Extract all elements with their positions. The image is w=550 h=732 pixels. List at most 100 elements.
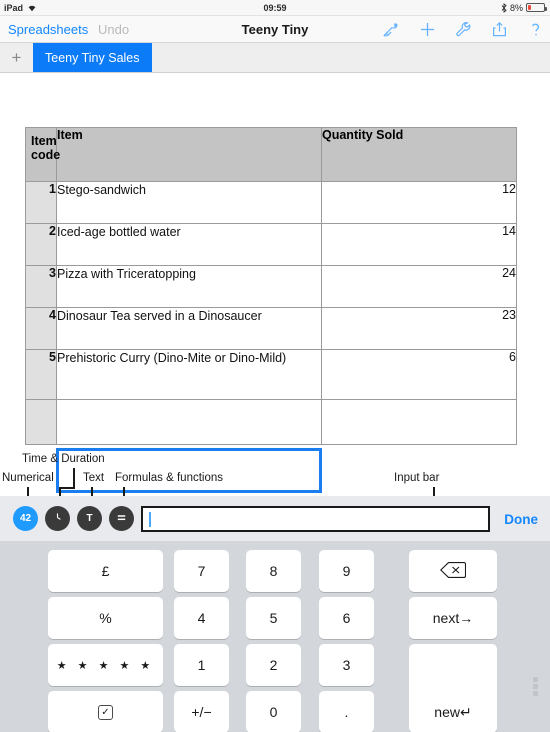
cell-item[interactable]: Iced-age bottled water	[56, 223, 322, 266]
key-percent[interactable]: %	[48, 597, 163, 639]
key-3-label: 3	[342, 657, 351, 673]
cell-item-selected[interactable]	[56, 399, 322, 445]
key-8[interactable]: 8	[246, 550, 301, 592]
cell-item-code[interactable]: 3	[25, 265, 57, 308]
sheet-canvas[interactable]: Item code Item Quantity Sold 1 Stego-san…	[0, 74, 550, 493]
annotation-time-duration-label: Time & Duration	[22, 453, 105, 465]
cell-quantity[interactable]: 6	[321, 349, 517, 400]
clock-icon	[50, 510, 65, 528]
table-row[interactable]: 5 Prehistoric Curry (Dino-Mite or Dino-M…	[25, 349, 517, 400]
table-row[interactable]: 2 Iced-age bottled water 14	[25, 223, 517, 266]
key-9[interactable]: 9	[319, 550, 374, 592]
table-header-row: Item code Item Quantity Sold	[25, 127, 517, 182]
plus-icon[interactable]	[419, 21, 436, 38]
formula-input-field[interactable]	[141, 506, 490, 532]
spreadsheet-table: Item code Item Quantity Sold 1 Stego-san…	[25, 127, 517, 445]
cell-item-code[interactable]: 5	[25, 349, 57, 400]
cell-item-code[interactable]: 4	[25, 307, 57, 350]
backspace-icon	[440, 561, 467, 582]
text-caret	[149, 511, 151, 527]
spreadsheet-table-wrapper: Item code Item Quantity Sold 1 Stego-san…	[25, 127, 517, 493]
annotation-text-label: Text	[83, 472, 105, 484]
cell-item-code-empty[interactable]	[25, 399, 57, 445]
annotation-time-duration-leader-h	[59, 487, 75, 489]
key-decimal-label: .	[344, 704, 349, 720]
text-type-label: T	[86, 513, 93, 524]
key-4-label: 4	[197, 610, 206, 626]
cell-item[interactable]: Prehistoric Curry (Dino-Mite or Dino-Mil…	[56, 349, 322, 400]
key-percent-label: %	[99, 610, 112, 626]
key-backspace[interactable]	[409, 550, 497, 592]
numeric-keyboard: £ 7 8 9 % 4 5 6 next→ ★ ★ ★ ★ ★ 1 2 3 ne…	[0, 541, 550, 732]
cell-quantity[interactable]: 14	[321, 223, 517, 266]
key-1[interactable]: 1	[174, 644, 229, 686]
key-new-label: new↵	[434, 704, 472, 720]
key-plusminus[interactable]: +/−	[174, 691, 229, 732]
sheet-tab-teeny-tiny-sales[interactable]: Teeny Tiny Sales	[33, 43, 152, 72]
key-0[interactable]: 0	[246, 691, 301, 732]
table-row[interactable]: 4 Dinosaur Tea served in a Dinosaucer 23	[25, 307, 517, 350]
numerical-type-label: 42	[19, 513, 32, 524]
numerical-type-button[interactable]: 42	[13, 506, 38, 531]
table-row-empty[interactable]	[25, 399, 517, 445]
annotation-formulas-label: Formulas & functions	[115, 472, 224, 484]
key-next[interactable]: next→	[409, 597, 497, 639]
key-5-label: 5	[269, 610, 278, 626]
key-new[interactable]: new↵	[409, 644, 497, 732]
key-rating[interactable]: ★ ★ ★ ★ ★	[48, 644, 163, 686]
key-2-label: 2	[269, 657, 278, 673]
key-7[interactable]: 7	[174, 550, 229, 592]
key-rating-label: ★ ★ ★ ★ ★	[56, 659, 155, 672]
table-row[interactable]: 3 Pizza with Triceratopping 24	[25, 265, 517, 308]
checkmark-glyph: ✓	[101, 706, 110, 718]
help-icon[interactable]	[527, 21, 544, 38]
key-7-label: 7	[197, 563, 206, 579]
cell-quantity[interactable]: 23	[321, 307, 517, 350]
formula-type-button[interactable]	[109, 506, 134, 531]
keyboard-resize-grip[interactable]	[533, 677, 538, 696]
key-pound[interactable]: £	[48, 550, 163, 592]
time-duration-type-button[interactable]	[45, 506, 70, 531]
header-item[interactable]: Item	[56, 127, 322, 182]
navigation-bar: Spreadsheets Undo Teeny Tiny	[0, 16, 550, 43]
done-button[interactable]: Done	[504, 512, 538, 527]
header-quantity-sold[interactable]: Quantity Sold	[321, 127, 517, 182]
key-4[interactable]: 4	[174, 597, 229, 639]
cell-quantity[interactable]: 24	[321, 265, 517, 308]
key-3[interactable]: 3	[319, 644, 374, 686]
key-9-label: 9	[342, 563, 351, 579]
header-item-code-line2: code	[31, 148, 61, 163]
key-decimal[interactable]: .	[319, 691, 374, 732]
annotation-input-bar-label: Input bar	[394, 472, 440, 484]
cell-item-code[interactable]: 1	[25, 181, 57, 224]
cell-quantity[interactable]: 12	[321, 181, 517, 224]
text-type-button[interactable]: T	[77, 506, 102, 531]
battery-percent-label: 8%	[509, 2, 523, 13]
key-pound-label: £	[101, 563, 110, 579]
wrench-icon[interactable]	[455, 21, 472, 38]
status-bar-right: 8%	[501, 2, 547, 13]
share-icon[interactable]	[491, 21, 508, 38]
key-6-label: 6	[342, 610, 351, 626]
key-plusminus-label: +/−	[191, 704, 212, 720]
key-checkbox[interactable]: ✓	[48, 691, 163, 732]
format-brush-icon[interactable]	[383, 21, 400, 38]
table-row[interactable]: 1 Stego-sandwich 12	[25, 181, 517, 224]
key-6[interactable]: 6	[319, 597, 374, 639]
cell-item[interactable]: Pizza with Triceratopping	[56, 265, 322, 308]
key-5[interactable]: 5	[246, 597, 301, 639]
checkbox-icon: ✓	[98, 704, 113, 720]
cell-item[interactable]: Dinosaur Tea served in a Dinosaucer	[56, 307, 322, 350]
cell-item[interactable]: Stego-sandwich	[56, 181, 322, 224]
cell-item-code[interactable]: 2	[25, 223, 57, 266]
battery-low-icon	[526, 3, 547, 12]
bluetooth-icon	[501, 2, 507, 13]
header-item-code[interactable]: Item code	[25, 127, 61, 182]
add-sheet-button[interactable]: +	[0, 43, 33, 72]
clock-label: 09:59	[263, 2, 287, 13]
key-2[interactable]: 2	[246, 644, 301, 686]
cell-quantity-empty[interactable]	[321, 399, 517, 445]
header-item-code-line1: Item	[31, 134, 57, 148]
nav-icon-group	[383, 21, 544, 38]
key-next-label: next→	[432, 610, 474, 626]
